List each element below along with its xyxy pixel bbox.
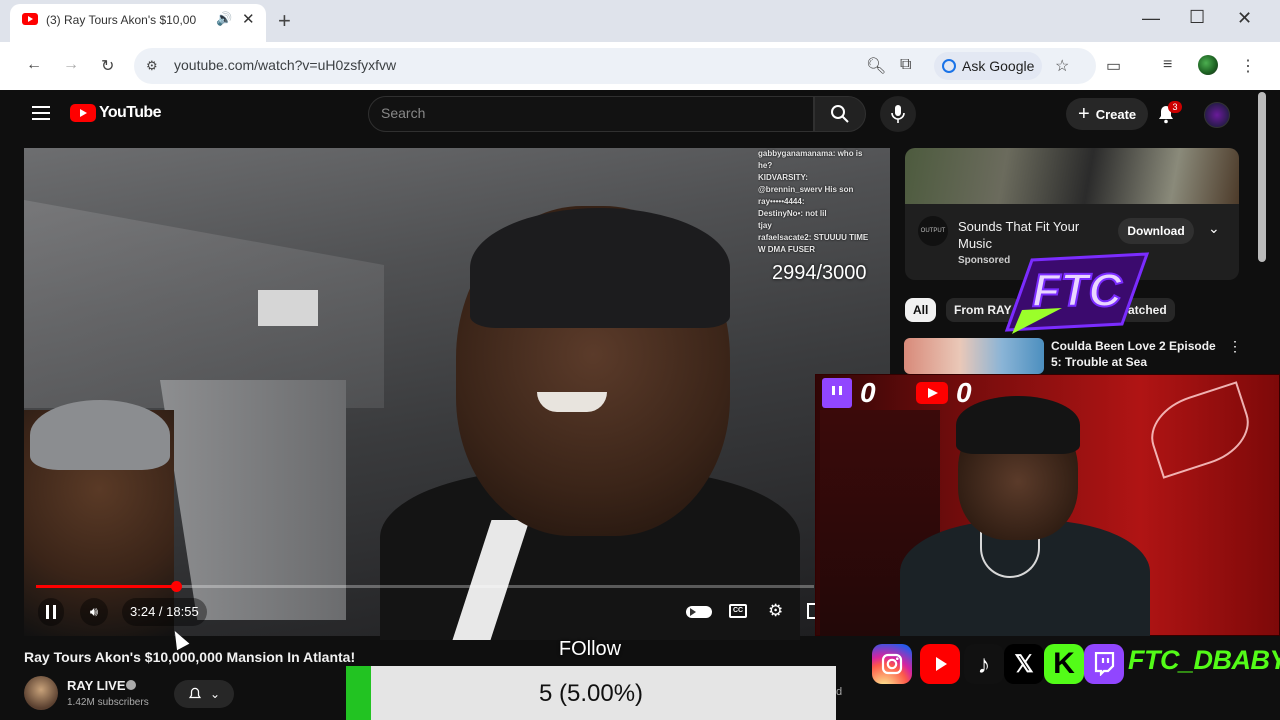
ftc-logo-text: FTC [1032, 264, 1122, 316]
tab-title: (3) Ray Tours Akon's $10,00 [46, 13, 197, 27]
video-frame-person-mouth [537, 392, 607, 412]
pause-button[interactable] [38, 598, 64, 626]
zoom-icon[interactable]: 🔍︎ [866, 56, 886, 76]
ad-thumbnail[interactable] [905, 148, 1239, 204]
ask-google-button[interactable]: Ask Google [934, 52, 1043, 80]
ad-advertiser-logo[interactable]: OUTPUT [918, 216, 948, 246]
microphone-icon [891, 105, 905, 123]
install-app-icon[interactable]: ⧉ [900, 56, 911, 74]
ad-download-button[interactable]: Download [1118, 218, 1194, 244]
webcam-streamer-hat [956, 396, 1080, 454]
volume-button[interactable]: 🔊︎ [80, 598, 108, 626]
kick-icon: K [1044, 644, 1084, 684]
youtube-logo[interactable]: YouTube [70, 104, 161, 122]
chat-message: he? [758, 161, 773, 170]
create-label: Create [1095, 106, 1137, 122]
chat-message: DestinyNo•: not lil [758, 209, 827, 218]
recommended-video-thumbnail[interactable] [904, 338, 1044, 374]
minimize-icon[interactable]: — [1142, 8, 1160, 29]
ad-title[interactable]: Sounds That Fit Your Music [958, 218, 1098, 252]
video-title: Ray Tours Akon's $10,000,000 Mansion In … [24, 649, 356, 665]
volume-icon: 🔊︎ [89, 604, 99, 619]
back-icon[interactable]: ← [26, 56, 42, 74]
create-button[interactable]: + Create [1066, 98, 1149, 130]
youtube-icon [920, 644, 960, 684]
notification-badge: 3 [1168, 101, 1182, 113]
tab-close-icon[interactable]: ✕ [242, 10, 255, 28]
instagram-icon [872, 644, 912, 684]
chat-message: KIDVARSITY: [758, 173, 808, 182]
browser-menu-icon[interactable]: ⋮ [1240, 56, 1256, 76]
chat-message: rafaelsacate2: STUUUU TIME [758, 233, 869, 242]
twitch-icon [822, 378, 852, 408]
tab-audio-icon[interactable]: 🔊 [216, 11, 232, 27]
truncated-button-text: d [836, 686, 843, 698]
youtube-logo-icon [70, 104, 96, 122]
new-tab-button[interactable]: + [278, 8, 291, 34]
chat-message: W DMA FUSER [758, 245, 816, 254]
twitch-icon [1084, 644, 1124, 684]
chip-all[interactable]: All [905, 298, 937, 322]
verified-icon [126, 680, 136, 690]
search-button[interactable] [814, 96, 866, 132]
google-lens-icon [942, 59, 956, 73]
chat-message: ray•••••4444: [758, 197, 805, 206]
settings-gear-icon[interactable]: ⚙ [768, 601, 783, 621]
url-text[interactable]: youtube.com/watch?v=uH0zsfyxfvw [174, 57, 396, 73]
youtube-favicon-icon [22, 13, 38, 25]
search-input[interactable] [381, 105, 781, 121]
captions-button[interactable]: CC [729, 604, 747, 618]
channel-name[interactable]: RAY LIVE [67, 678, 126, 693]
overlay-goal-count: 2994/3000 [772, 262, 867, 284]
autoplay-toggle[interactable] [686, 606, 712, 618]
cast-icon[interactable]: ▭ [1106, 56, 1121, 76]
search-icon [831, 105, 849, 123]
youtube-viewer-count: 0 [956, 377, 972, 408]
twitch-viewer-count: 0 [860, 377, 876, 408]
search-box[interactable] [368, 96, 814, 132]
recommended-video-title[interactable]: Coulda Been Love 2 Episode 5: Trouble at… [1051, 338, 1221, 370]
forward-icon[interactable]: → [63, 56, 79, 74]
browser-profile-avatar[interactable] [1198, 55, 1218, 75]
follow-goal-label: FOllow [558, 638, 622, 660]
page-scrollbar[interactable] [1258, 92, 1266, 262]
ftc-logo: FTC [1004, 252, 1150, 334]
menu-icon[interactable] [32, 106, 50, 120]
channel-avatar[interactable] [24, 676, 58, 710]
site-info-icon[interactable]: ⚙ [146, 58, 158, 74]
more-options-icon[interactable]: ⋮ [1228, 338, 1242, 355]
media-controls-icon[interactable]: ≡ [1163, 56, 1172, 74]
stream-chat-overlay: gabbyganamanama: who is he? KIDVARSITY: @br… [758, 148, 890, 256]
video-frame-side-hat [30, 400, 170, 470]
window-close-icon[interactable]: ✕ [1237, 8, 1252, 29]
video-progress-played [36, 585, 176, 588]
video-frame-light [258, 290, 318, 326]
voice-search-button[interactable] [880, 96, 916, 132]
video-time-display: 3:24 / 18:55 [122, 598, 207, 626]
youtube-icon [916, 382, 948, 404]
tiktok-icon: ♪ [964, 644, 1004, 684]
subscribed-notifications-button[interactable]: ⌄ [174, 680, 234, 708]
chevron-down-icon: ⌄ [209, 687, 221, 701]
plus-icon: + [1078, 102, 1090, 125]
video-progress-scrubber[interactable] [171, 581, 182, 592]
bookmark-star-icon[interactable]: ☆ [1055, 56, 1069, 76]
maximize-icon[interactable]: ☐ [1189, 7, 1205, 28]
chat-message: tjay [758, 221, 772, 230]
follow-goal-text: 5 (5.00%) [538, 680, 644, 707]
reload-icon[interactable]: ↻ [101, 56, 114, 76]
youtube-logo-text: YouTube [99, 104, 161, 121]
streamer-handle: FTC_DBABY [1128, 645, 1280, 675]
video-frame-person-hat [470, 208, 730, 328]
chat-message: @brennin_swerv His son [758, 185, 854, 194]
chevron-down-icon[interactable]: ⌄ [1208, 220, 1220, 237]
account-avatar[interactable] [1204, 102, 1230, 128]
bell-icon [188, 687, 202, 699]
chat-message: gabbyganamanama: who is [758, 149, 863, 158]
x-icon: 𝕏 [1004, 644, 1044, 684]
ask-google-label: Ask Google [962, 58, 1035, 74]
subscriber-count: 1.42M subscribers [67, 697, 149, 708]
